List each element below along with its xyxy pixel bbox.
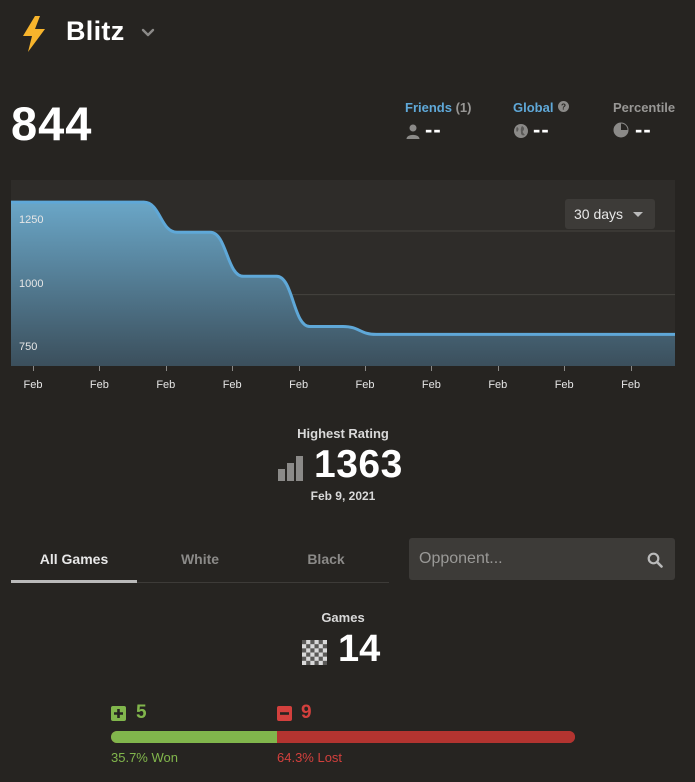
highest-rating-value: 1363: [314, 443, 403, 486]
x-tick: [365, 366, 366, 371]
games-lost-count: 9: [301, 702, 312, 723]
loss-bar-segment: [276, 731, 575, 743]
lost-percent: 64.3% Lost: [277, 750, 343, 765]
chessboard-square: [306, 660, 311, 665]
friends-rank-value: --: [425, 117, 442, 142]
y-tick-label: 1000: [19, 277, 44, 290]
date-range-label: 30 days: [574, 206, 624, 222]
chessboard-square: [318, 640, 323, 645]
percentile-value: --: [635, 117, 652, 142]
games-label: Games: [321, 610, 365, 625]
caret-down-icon: [633, 212, 643, 217]
highest-rating-date: Feb 9, 2021: [310, 489, 376, 503]
win-bar-segment: [111, 731, 277, 743]
games-total: 14: [338, 628, 381, 670]
won-percent: 35.7% Won: [111, 750, 178, 765]
chevron-down-icon[interactable]: [140, 27, 156, 39]
x-tick: [431, 366, 433, 371]
chessboard-square: [322, 644, 327, 649]
chessboard-square: [302, 656, 307, 661]
friends-label[interactable]: Friends (1): [405, 100, 471, 115]
chessboard-square: [322, 652, 327, 657]
chessboard-square: [302, 648, 307, 653]
x-tick-label: Feb: [554, 379, 574, 391]
opponent-search[interactable]: [409, 538, 675, 580]
highest-rating-label: Highest Rating: [297, 426, 389, 441]
y-tick-label: 750: [19, 341, 38, 354]
x-tick-label: Feb: [621, 379, 641, 391]
global-rank-value: --: [533, 117, 550, 142]
friends-count: (1): [455, 100, 472, 115]
chessboard-icon: [302, 640, 327, 665]
lightning-bolt-icon: [23, 16, 45, 52]
chessboard-square: [302, 640, 307, 645]
x-tick-label: Feb: [488, 379, 508, 391]
global-label[interactable]: Global: [513, 100, 553, 115]
globe-icon: [514, 124, 528, 138]
x-tick: [232, 366, 234, 371]
x-tick-label: Feb: [89, 379, 109, 391]
chessboard-square: [318, 656, 323, 661]
x-tick: [497, 366, 499, 371]
x-tick-label: Feb: [355, 379, 375, 391]
game-mode-title[interactable]: Blitz: [66, 16, 125, 47]
chart-x-axis: Feb Feb Feb Feb Feb Feb Feb Feb Feb Feb: [11, 366, 675, 396]
tab-black[interactable]: Black: [263, 540, 389, 582]
x-tick-label: Feb: [222, 379, 242, 391]
bar-chart-icon: [278, 456, 303, 481]
chessboard-square: [306, 652, 311, 657]
pie-icon: [613, 122, 629, 138]
x-tick: [298, 366, 300, 371]
x-tick: [165, 366, 167, 371]
chessboard-square: [310, 640, 315, 645]
x-tick-label: Feb: [156, 379, 176, 391]
chessboard-square: [314, 652, 319, 657]
chessboard-square: [314, 660, 319, 665]
opponent-search-input[interactable]: [409, 538, 649, 580]
x-tick-label: Feb: [23, 379, 43, 391]
chessboard-square: [306, 644, 311, 649]
date-range-dropdown[interactable]: 30 days: [565, 199, 655, 229]
x-tick-label: Feb: [289, 379, 309, 391]
tab-white[interactable]: White: [137, 540, 263, 582]
x-tick: [630, 366, 632, 371]
x-tick: [33, 366, 34, 371]
chessboard-square: [322, 660, 327, 665]
x-tick-label: Feb: [421, 379, 441, 391]
x-tick: [99, 366, 101, 371]
search-icon[interactable]: [647, 552, 663, 568]
rating-chart[interactable]: 750 1000 1250 30 days: [11, 180, 675, 366]
question-icon[interactable]: ?: [558, 101, 569, 112]
chessboard-square: [310, 648, 315, 653]
minus-icon: [277, 706, 292, 721]
y-tick-label: 1250: [19, 213, 44, 226]
svg-text:?: ?: [561, 103, 566, 112]
percentile-label: Percentile: [613, 100, 676, 115]
chessboard-square: [310, 656, 315, 661]
x-tick: [564, 366, 566, 371]
win-loss-bar: [111, 731, 575, 743]
friends-label-text[interactable]: Friends: [405, 100, 452, 115]
active-tab-indicator: [11, 580, 137, 583]
games-won-count: 5: [136, 702, 147, 723]
user-icon: [406, 124, 420, 139]
plus-icon: [111, 706, 126, 721]
chessboard-square: [314, 644, 319, 649]
current-rating: 844: [11, 97, 93, 150]
tab-all-games[interactable]: All Games: [11, 540, 137, 582]
chessboard-square: [318, 648, 323, 653]
